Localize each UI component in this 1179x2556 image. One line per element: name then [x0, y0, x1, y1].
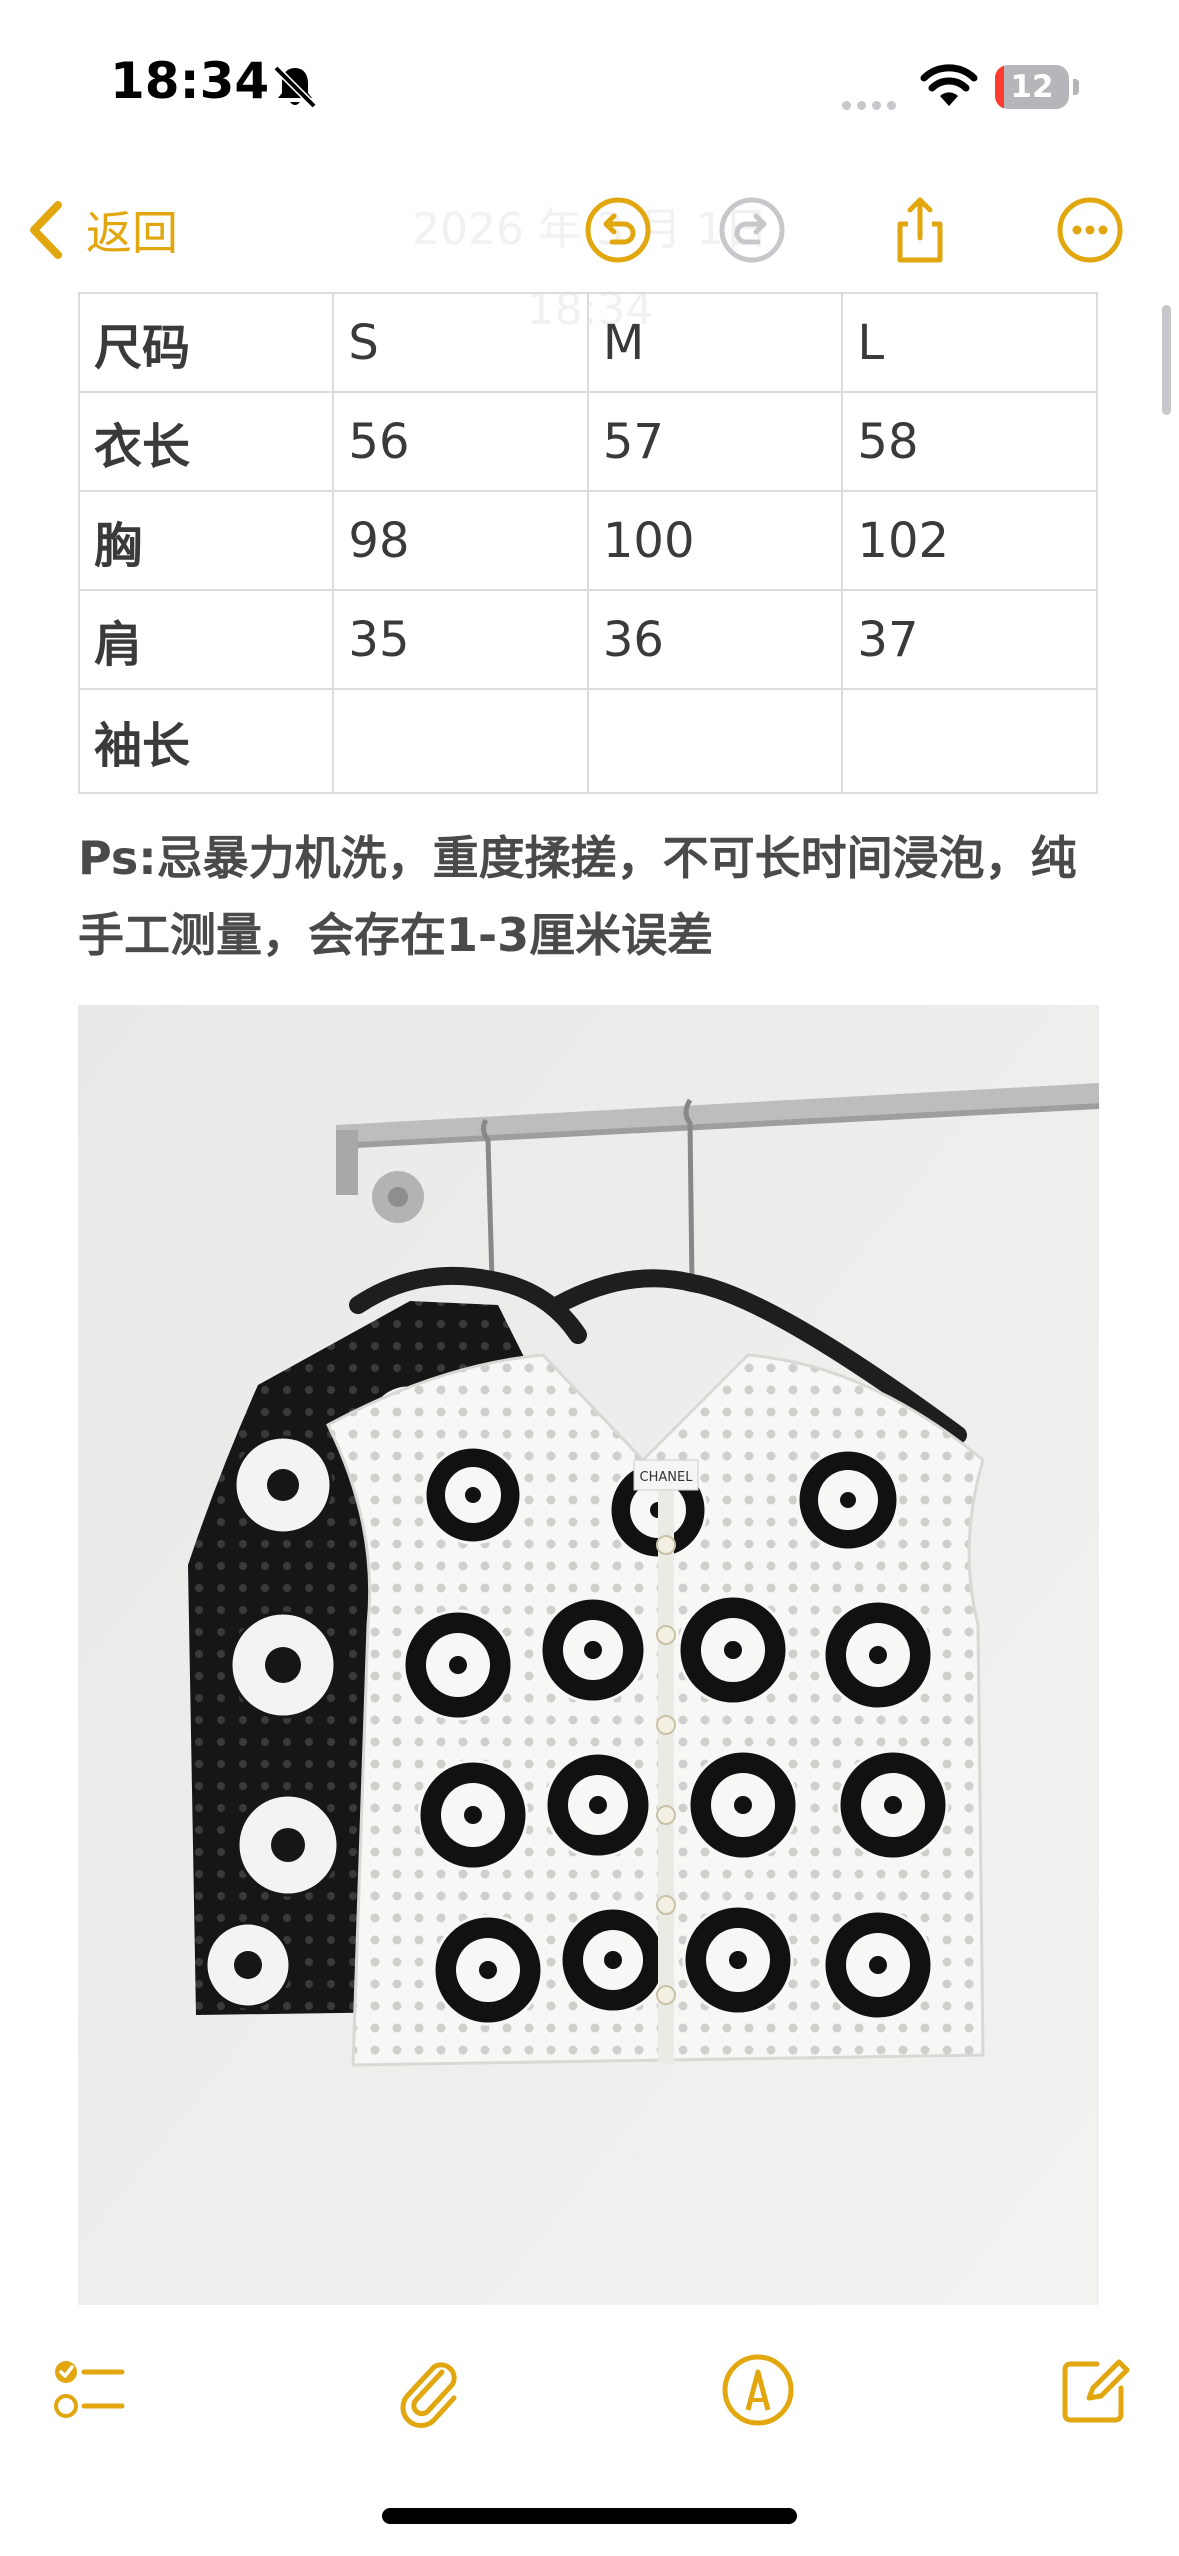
product-photo[interactable]: CHANEL: [78, 1005, 1099, 2305]
more-button[interactable]: [1050, 190, 1130, 270]
table-row: 衣长 56 57 58: [77, 391, 1098, 492]
table-row: 袖长: [77, 688, 1098, 794]
wifi-icon: [920, 64, 978, 106]
garment-label: CHANEL: [640, 1470, 694, 1485]
table-cell[interactable]: 102: [841, 490, 1098, 591]
table-cell[interactable]: [841, 688, 1098, 794]
status-time: 18:34: [110, 52, 270, 110]
back-button[interactable]: 返回: [22, 190, 178, 270]
table-cell[interactable]: 37: [841, 589, 1098, 690]
cellular-signal-icon: [842, 95, 902, 114]
table-cell[interactable]: 36: [586, 589, 844, 690]
size-table: 尺码 S M L 衣长 56 57 58 胸 98 100 102 肩 35 3…: [77, 292, 1098, 794]
table-cell[interactable]: 尺码: [77, 292, 335, 393]
table-cell[interactable]: 肩: [77, 589, 335, 690]
table-cell[interactable]: 100: [586, 490, 844, 591]
markup-pen-icon: [722, 2354, 794, 2426]
battery-level: 12: [1010, 69, 1054, 105]
bell-slash-icon: [273, 65, 317, 109]
crochet-vest-photo: CHANEL: [78, 1005, 1099, 2305]
table-row: 肩 35 36 37: [77, 589, 1098, 690]
markup-button[interactable]: [713, 2345, 803, 2435]
checklist-icon: [54, 2361, 125, 2418]
home-indicator[interactable]: [382, 2508, 797, 2524]
table-cell[interactable]: 袖长: [77, 688, 335, 794]
table-cell[interactable]: 衣长: [77, 391, 335, 492]
bottom-toolbar: [0, 2325, 1179, 2465]
battery-icon: 12: [995, 65, 1079, 109]
table-cell[interactable]: 胸: [77, 490, 335, 591]
status-bar: 18:34 12: [0, 0, 1179, 150]
table-cell[interactable]: L: [841, 292, 1098, 393]
undo-button[interactable]: [578, 190, 658, 270]
table-cell[interactable]: [586, 688, 844, 794]
table-cell[interactable]: M: [586, 292, 844, 393]
more-icon: [1057, 197, 1123, 263]
redo-button[interactable]: [712, 190, 792, 270]
back-label: 返回: [86, 206, 178, 260]
checklist-button[interactable]: [45, 2345, 135, 2435]
table-cell[interactable]: 57: [586, 391, 844, 492]
paperclip-icon: [400, 2362, 457, 2428]
table-header-row: 尺码 S M L: [77, 292, 1098, 393]
chevron-left-icon: [30, 201, 62, 259]
attachment-button[interactable]: [385, 2345, 475, 2435]
share-icon: [897, 197, 943, 263]
compose-button[interactable]: [1050, 2345, 1140, 2435]
table-cell[interactable]: 98: [332, 490, 589, 591]
table-cell[interactable]: 58: [841, 391, 1098, 492]
table-cell[interactable]: 35: [332, 589, 589, 690]
table-cell[interactable]: S: [332, 292, 589, 393]
undo-icon: [585, 197, 651, 263]
table-row: 胸 98 100 102: [77, 490, 1098, 591]
note-paragraph[interactable]: Ps:忌暴力机洗，重度揉搓，不可长时间浸泡，纯手工测量，会存在1-3厘米误差: [78, 820, 1118, 974]
table-cell[interactable]: 56: [332, 391, 589, 492]
compose-icon: [1062, 2359, 1130, 2423]
redo-icon: [719, 197, 785, 263]
scroll-indicator[interactable]: [1162, 305, 1171, 415]
share-button[interactable]: [880, 190, 960, 270]
nav-bar: 返回 2026 年 3 月 1日 18:34: [0, 170, 1179, 335]
table-cell[interactable]: [332, 688, 589, 794]
